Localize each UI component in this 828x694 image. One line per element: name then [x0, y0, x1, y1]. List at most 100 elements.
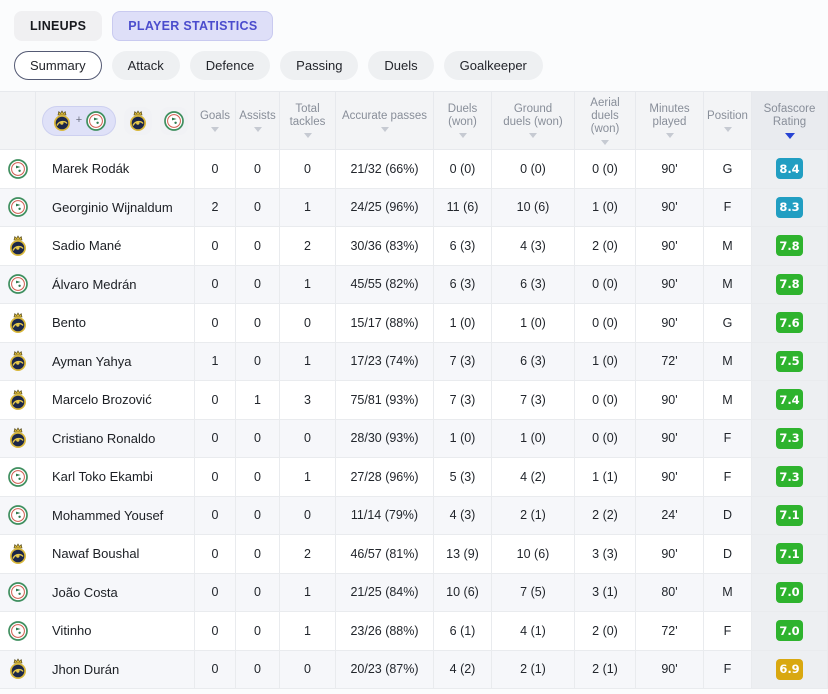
goals-value: 0	[195, 381, 236, 420]
chip-goalkeeper[interactable]: Goalkeeper	[444, 51, 543, 80]
accurate-passes-value: 46/57 (81%)	[336, 535, 434, 574]
table-row[interactable]: Vitinho 0 0 1 23/26 (88%) 6 (1) 4 (1) 2 …	[0, 612, 828, 651]
rating-cell: 8.4	[752, 150, 828, 189]
assists-value: 0	[236, 535, 280, 574]
assists-value: 0	[236, 189, 280, 228]
header-sofascore-rating[interactable]: Sofascore Rating	[752, 92, 828, 150]
table-row[interactable]: João Costa 0 0 1 21/25 (84%) 10 (6) 7 (5…	[0, 574, 828, 613]
accurate-passes-value: 24/25 (96%)	[336, 189, 434, 228]
table-row[interactable]: Jhon Durán 0 0 0 20/23 (87%) 4 (2) 2 (1)…	[0, 651, 828, 690]
header-goals[interactable]: Goals	[195, 92, 236, 150]
duels-won-value: 7 (3)	[434, 343, 492, 382]
position-value: F	[704, 612, 752, 651]
duels-won-value: 7 (3)	[434, 381, 492, 420]
player-statistics-table: + Goals Assis	[0, 91, 828, 689]
table-header-row: + Goals Assis	[0, 91, 828, 150]
table-row[interactable]: Cristiano Ronaldo 0 0 0 28/30 (93%) 1 (0…	[0, 420, 828, 459]
header-accurate-passes[interactable]: Accurate passes	[336, 92, 434, 150]
ground-duels-won-value: 2 (1)	[492, 651, 575, 690]
player-name: João Costa	[36, 574, 195, 613]
accurate-passes-value: 17/23 (74%)	[336, 343, 434, 382]
position-value: G	[704, 304, 752, 343]
rating-badge: 8.3	[776, 197, 802, 218]
ground-duels-won-value: 6 (3)	[492, 266, 575, 305]
table-row[interactable]: Georginio Wijnaldum 2 0 1 24/25 (96%) 11…	[0, 189, 828, 228]
header-position[interactable]: Position	[704, 92, 752, 150]
chip-duels[interactable]: Duels	[368, 51, 433, 80]
rating-badge: 7.6	[776, 312, 802, 333]
al-nassr-badge-icon	[8, 658, 28, 680]
header-duels-won[interactable]: Duels (won)	[434, 92, 492, 150]
position-value: M	[704, 343, 752, 382]
total-tackles-value: 3	[280, 381, 336, 420]
rating-badge: 7.3	[776, 428, 802, 449]
al-nassr-filter-button[interactable]	[124, 107, 152, 135]
header-ground-duels-won[interactable]: Ground duels (won)	[492, 92, 575, 150]
assists-value: 0	[236, 343, 280, 382]
team-badge-cell	[0, 343, 36, 382]
team-badge-cell	[0, 266, 36, 305]
al-ettifaq-badge-icon	[8, 197, 28, 217]
chip-passing[interactable]: Passing	[280, 51, 358, 80]
accurate-passes-value: 15/17 (88%)	[336, 304, 434, 343]
rating-cell: 7.4	[752, 381, 828, 420]
table-row[interactable]: Bento 0 0 0 15/17 (88%) 1 (0) 1 (0) 0 (0…	[0, 304, 828, 343]
duels-won-value: 6 (3)	[434, 227, 492, 266]
header-total-tackles[interactable]: Total tackles	[280, 92, 336, 150]
duels-won-value: 4 (2)	[434, 651, 492, 690]
al-ettifaq-filter-button[interactable]	[160, 107, 188, 135]
team-badge-cell	[0, 304, 36, 343]
team-badge-cell	[0, 497, 36, 536]
table-row[interactable]: Ayman Yahya 1 0 1 17/23 (74%) 7 (3) 6 (3…	[0, 343, 828, 382]
header-minutes-played[interactable]: Minutes played	[636, 92, 704, 150]
player-name: Marcelo Brozović	[36, 381, 195, 420]
chip-defence[interactable]: Defence	[190, 51, 270, 80]
goals-value: 0	[195, 574, 236, 613]
accurate-passes-value: 27/28 (96%)	[336, 458, 434, 497]
aerial-duels-won-value: 3 (1)	[575, 574, 636, 613]
goals-value: 0	[195, 304, 236, 343]
al-ettifaq-badge-icon	[8, 159, 28, 179]
aerial-duels-won-value: 0 (0)	[575, 381, 636, 420]
chip-attack[interactable]: Attack	[112, 51, 180, 80]
position-value: M	[704, 266, 752, 305]
goals-value: 0	[195, 651, 236, 690]
table-row[interactable]: Mohammed Yousef 0 0 0 11/14 (79%) 4 (3) …	[0, 497, 828, 536]
duels-won-value: 6 (3)	[434, 266, 492, 305]
assists-value: 0	[236, 651, 280, 690]
table-row[interactable]: Marcelo Brozović 0 1 3 75/81 (93%) 7 (3)…	[0, 381, 828, 420]
player-name: Vitinho	[36, 612, 195, 651]
rating-badge: 7.0	[776, 582, 802, 603]
rating-cell: 6.9	[752, 651, 828, 690]
rating-cell: 7.6	[752, 304, 828, 343]
table-row[interactable]: Sadio Mané 0 0 2 30/36 (83%) 6 (3) 4 (3)…	[0, 227, 828, 266]
table-row[interactable]: Álvaro Medrán 0 0 1 45/55 (82%) 6 (3) 6 …	[0, 266, 828, 305]
duels-won-value: 11 (6)	[434, 189, 492, 228]
al-ettifaq-badge-icon	[8, 621, 28, 641]
accurate-passes-value: 20/23 (87%)	[336, 651, 434, 690]
accurate-passes-value: 75/81 (93%)	[336, 381, 434, 420]
player-name: Bento	[36, 304, 195, 343]
table-row[interactable]: Karl Toko Ekambi 0 0 1 27/28 (96%) 5 (3)…	[0, 458, 828, 497]
table-row[interactable]: Nawaf Boushal 0 0 2 46/57 (81%) 13 (9) 1…	[0, 535, 828, 574]
header-aerial-duels-won[interactable]: Aerial duels (won)	[575, 92, 636, 150]
goals-value: 0	[195, 458, 236, 497]
ground-duels-won-value: 1 (0)	[492, 304, 575, 343]
rating-cell: 7.3	[752, 420, 828, 459]
ground-duels-won-value: 2 (1)	[492, 497, 575, 536]
header-label: Goals	[200, 110, 230, 123]
position-value: D	[704, 535, 752, 574]
aerial-duels-won-value: 2 (1)	[575, 651, 636, 690]
header-assists[interactable]: Assists	[236, 92, 280, 150]
chip-summary[interactable]: Summary	[14, 51, 102, 80]
tab-lineups[interactable]: LINEUPS	[14, 11, 102, 41]
tab-player-statistics[interactable]: PLAYER STATISTICS	[112, 11, 273, 41]
al-ettifaq-badge-slot	[86, 111, 106, 131]
table-row[interactable]: Marek Rodák 0 0 0 21/32 (66%) 0 (0) 0 (0…	[0, 150, 828, 189]
assists-value: 0	[236, 612, 280, 651]
minutes-played-value: 90'	[636, 651, 704, 690]
goals-value: 0	[195, 266, 236, 305]
rating-badge: 8.4	[776, 158, 802, 179]
rating-cell: 7.8	[752, 266, 828, 305]
both-teams-filter-button[interactable]: +	[42, 106, 116, 136]
